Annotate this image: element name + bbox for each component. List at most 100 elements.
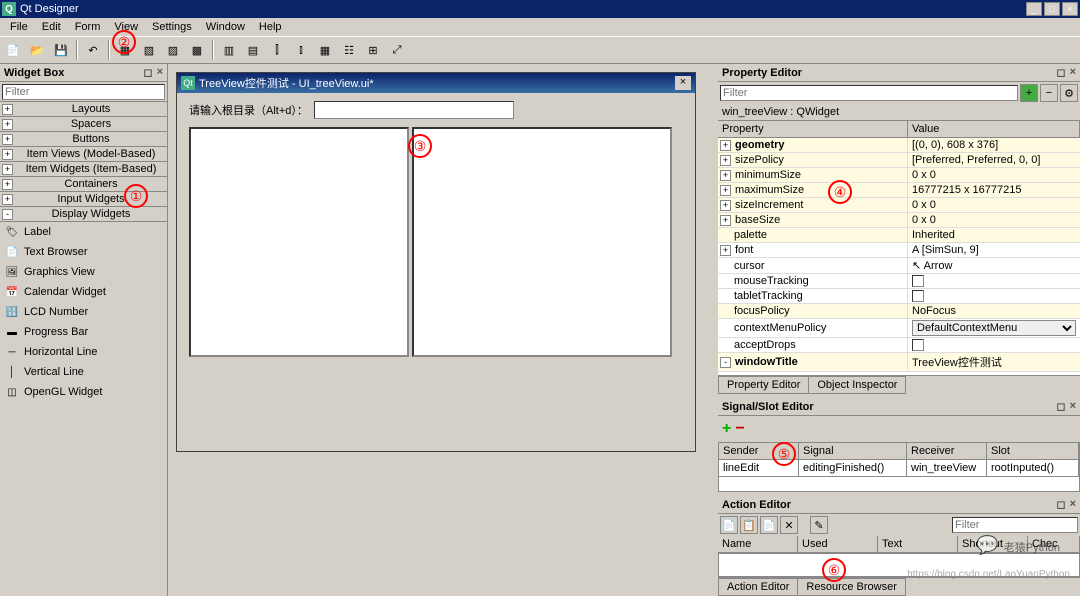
property-row[interactable]: acceptDrops — [718, 338, 1080, 353]
property-row[interactable]: +baseSize0 x 0 — [718, 213, 1080, 228]
edit-buddies-icon[interactable]: ▨ — [162, 39, 184, 61]
widget-item[interactable]: ◫OpenGL Widget — [0, 382, 167, 402]
menu-view[interactable]: View — [108, 20, 144, 34]
property-row[interactable]: +sizeIncrement0 x 0 — [718, 198, 1080, 213]
layout-hs-icon[interactable]: ⫿ — [266, 39, 288, 61]
layout-v-icon[interactable]: ▤ — [242, 39, 264, 61]
form-close-button[interactable]: × — [675, 76, 691, 90]
break-layout-icon[interactable]: ⊞ — [362, 39, 384, 61]
property-row[interactable]: +geometry[(0, 0), 608 x 376] — [718, 138, 1080, 153]
edit-widgets-icon[interactable]: ▦ — [114, 39, 136, 61]
undo-icon[interactable]: ↶ — [82, 39, 104, 61]
property-row[interactable]: +sizePolicy[Preferred, Preferred, 0, 0] — [718, 153, 1080, 168]
remove-signal-icon[interactable]: − — [735, 420, 744, 438]
widget-category[interactable]: +Buttons — [0, 131, 167, 147]
property-row[interactable]: focusPolicyNoFocus — [718, 304, 1080, 319]
dock-icon[interactable]: ◻ — [1056, 400, 1065, 413]
widget-item[interactable]: ▬Progress Bar — [0, 322, 167, 342]
add-signal-icon[interactable]: + — [722, 420, 731, 438]
layout-form-icon[interactable]: ☷ — [338, 39, 360, 61]
act-hdr-used[interactable]: Used — [798, 536, 878, 553]
property-row[interactable]: tabletTracking — [718, 289, 1080, 304]
save-icon[interactable]: 💾 — [50, 39, 72, 61]
layout-vs-icon[interactable]: ⫾ — [290, 39, 312, 61]
prop-hdr-name[interactable]: Property — [718, 121, 908, 137]
signal-row[interactable]: lineEditeditingFinished()win_treeViewroo… — [719, 460, 1079, 477]
remove-dynamic-icon[interactable]: − — [1040, 84, 1058, 102]
close-panel-icon[interactable]: × — [1070, 66, 1076, 79]
maximize-button[interactable]: □ — [1044, 2, 1060, 16]
close-panel-icon[interactable]: × — [1070, 498, 1076, 511]
layout-h-icon[interactable]: ▥ — [218, 39, 240, 61]
act-hdr-text[interactable]: Text — [878, 536, 958, 553]
property-row[interactable]: +maximumSize16777215 x 16777215 — [718, 183, 1080, 198]
sig-hdr-signal[interactable]: Signal — [799, 443, 907, 460]
adjust-size-icon[interactable]: ⤢ — [386, 39, 408, 61]
dock-icon[interactable]: ◻ — [143, 66, 152, 79]
widget-category[interactable]: +Input Widgets — [0, 191, 167, 207]
property-row[interactable]: paletteInherited — [718, 228, 1080, 243]
menu-edit[interactable]: Edit — [36, 20, 67, 34]
tab-object-inspector[interactable]: Object Inspector — [808, 376, 906, 394]
widget-category[interactable]: +Spacers — [0, 116, 167, 132]
dock-icon[interactable]: ◻ — [1056, 66, 1065, 79]
config-icon[interactable]: ⚙ — [1060, 84, 1078, 102]
menu-form[interactable]: Form — [69, 20, 107, 34]
widget-category[interactable]: +Item Widgets (Item-Based) — [0, 161, 167, 177]
widget-item[interactable]: 🔢LCD Number — [0, 302, 167, 322]
widget-category[interactable]: +Containers — [0, 176, 167, 192]
add-dynamic-icon[interactable]: + — [1020, 84, 1038, 102]
widget-item[interactable]: 📄Text Browser — [0, 242, 167, 262]
tab-action-editor[interactable]: Action Editor — [718, 578, 798, 596]
menu-file[interactable]: File — [4, 20, 34, 34]
widget-category[interactable]: -Display Widgets — [0, 206, 167, 222]
tab-property-editor[interactable]: Property Editor — [718, 376, 809, 394]
act-hdr-name[interactable]: Name — [718, 536, 798, 553]
property-row[interactable]: mouseTracking — [718, 274, 1080, 289]
widget-filter-input[interactable] — [2, 84, 165, 100]
widget-item[interactable]: │Vertical Line — [0, 362, 167, 382]
tree-view-right[interactable] — [412, 127, 672, 357]
new-action-icon[interactable]: 📄 — [720, 516, 738, 534]
edit-signals-icon[interactable]: ▧ — [138, 39, 160, 61]
widget-item[interactable]: 🏷Label — [0, 222, 167, 242]
paste-action-icon[interactable]: 📄 — [760, 516, 778, 534]
property-grid[interactable]: +geometry[(0, 0), 608 x 376]+sizePolicy[… — [718, 138, 1080, 375]
sig-hdr-sender[interactable]: Sender — [719, 443, 799, 460]
minimize-button[interactable]: _ — [1026, 2, 1042, 16]
new-icon[interactable]: 📄 — [2, 39, 24, 61]
menu-settings[interactable]: Settings — [146, 20, 198, 34]
root-dir-input[interactable] — [314, 101, 514, 119]
sig-hdr-slot[interactable]: Slot — [987, 443, 1079, 460]
close-panel-icon[interactable]: × — [1070, 400, 1076, 413]
edit-tabs-icon[interactable]: ▩ — [186, 39, 208, 61]
dock-icon[interactable]: ◻ — [1056, 498, 1065, 511]
sig-hdr-receiver[interactable]: Receiver — [907, 443, 987, 460]
form-window[interactable]: QtTreeView控件测试 - UI_treeView.ui*× 请输入根目录… — [176, 72, 696, 452]
property-row[interactable]: contextMenuPolicyDefaultContextMenu — [718, 319, 1080, 338]
close-panel-icon[interactable]: × — [157, 66, 163, 79]
property-row[interactable]: +fontA [SimSun, 9] — [718, 243, 1080, 258]
prop-hdr-value[interactable]: Value — [908, 121, 1080, 137]
action-filter-input[interactable] — [952, 517, 1078, 533]
property-row[interactable]: -windowTitleTreeView控件测试 — [718, 353, 1080, 372]
delete-action-icon[interactable]: ✕ — [780, 516, 798, 534]
widget-item[interactable]: ─Horizontal Line — [0, 342, 167, 362]
edit-action-icon[interactable]: ✎ — [810, 516, 828, 534]
act-hdr-check[interactable]: Chec — [1028, 536, 1080, 553]
copy-action-icon[interactable]: 📋 — [740, 516, 758, 534]
close-button[interactable]: × — [1062, 2, 1078, 16]
widget-item[interactable]: 🖼Graphics View — [0, 262, 167, 282]
menu-help[interactable]: Help — [253, 20, 288, 34]
widget-item[interactable]: 📅Calendar Widget — [0, 282, 167, 302]
tab-resource-browser[interactable]: Resource Browser — [797, 578, 905, 596]
property-row[interactable]: cursor↖ Arrow — [718, 258, 1080, 274]
property-row[interactable]: +minimumSize0 x 0 — [718, 168, 1080, 183]
open-icon[interactable]: 📂 — [26, 39, 48, 61]
layout-grid-icon[interactable]: ▦ — [314, 39, 336, 61]
tree-view-left[interactable] — [189, 127, 409, 357]
menu-window[interactable]: Window — [200, 20, 251, 34]
act-hdr-shortcut[interactable]: Shortcut — [958, 536, 1028, 553]
prop-filter-input[interactable] — [720, 85, 1018, 101]
widget-category[interactable]: +Item Views (Model-Based) — [0, 146, 167, 162]
